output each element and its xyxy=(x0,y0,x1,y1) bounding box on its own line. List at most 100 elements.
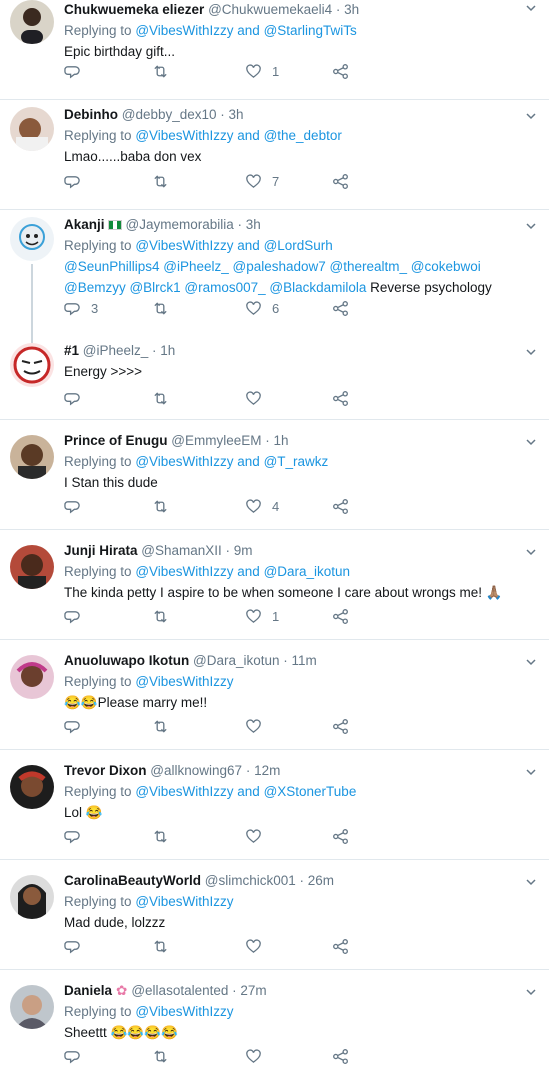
like-button[interactable]: 4 xyxy=(245,497,279,515)
replying-to-links[interactable]: @VibesWithIzzy and @Dara_ikotun xyxy=(135,564,350,579)
display-name[interactable]: Chukwuemeka eliezer xyxy=(64,2,204,17)
replying-to-links[interactable]: @VibesWithIzzy and @T_rawkz xyxy=(135,454,328,469)
retweet-button[interactable] xyxy=(152,937,179,955)
user-handle[interactable]: @debby_dex10 xyxy=(122,107,217,122)
tweet-anuoluwapo-ikotun[interactable]: Anuoluwapo Ikotun @Dara_ikotun · 11m Rep… xyxy=(0,640,549,750)
user-handle[interactable]: @ellasotalented xyxy=(131,983,228,998)
mention-links[interactable]: @SeunPhillips4 @iPheelz_ @paleshadow7 @t… xyxy=(64,259,481,274)
replying-to-links[interactable]: @VibesWithIzzy and @XStonerTube xyxy=(135,784,356,799)
like-button[interactable] xyxy=(245,389,272,407)
timestamp[interactable]: 1h xyxy=(274,433,289,448)
tweet-carolinabeautyworld[interactable]: CarolinaBeautyWorld @slimchick001 · 26m … xyxy=(0,860,549,970)
user-handle[interactable]: @iPheelz_ xyxy=(83,343,149,358)
timestamp[interactable]: 1h xyxy=(160,343,175,358)
chevron-down-icon[interactable] xyxy=(525,436,537,448)
chevron-down-icon[interactable] xyxy=(525,656,537,668)
chevron-down-icon[interactable] xyxy=(525,346,537,358)
timestamp[interactable]: 3h xyxy=(246,217,261,232)
tweet-debinho[interactable]: Debinho @debby_dex10 · 3h Replying to @V… xyxy=(0,100,549,210)
reply-button[interactable]: 3 xyxy=(64,299,98,317)
display-name[interactable]: CarolinaBeautyWorld xyxy=(64,873,201,888)
share-button[interactable] xyxy=(332,62,349,80)
chevron-down-icon[interactable] xyxy=(525,876,537,888)
tweet-junji-hirata[interactable]: Junji Hirata @ShamanXII · 9m Replying to… xyxy=(0,530,549,640)
timestamp[interactable]: 12m xyxy=(254,763,280,778)
chevron-down-icon[interactable] xyxy=(525,2,537,14)
avatar[interactable] xyxy=(10,545,54,589)
avatar[interactable] xyxy=(10,765,54,809)
display-name[interactable]: Debinho xyxy=(64,107,118,122)
avatar[interactable] xyxy=(10,0,54,44)
like-button[interactable] xyxy=(245,827,272,845)
retweet-button[interactable] xyxy=(152,299,179,317)
avatar[interactable] xyxy=(10,435,54,479)
share-button[interactable] xyxy=(332,497,349,515)
timestamp[interactable]: 3h xyxy=(344,2,359,17)
timestamp[interactable]: 3h xyxy=(229,107,244,122)
retweet-button[interactable] xyxy=(152,172,179,190)
user-handle[interactable]: @allknowing67 xyxy=(150,763,242,778)
tweet-daniela[interactable]: Daniela ✿ @ellasotalented · 27m Replying t… xyxy=(0,970,549,1080)
reply-button[interactable] xyxy=(64,717,91,735)
display-name[interactable]: Junji Hirata xyxy=(64,543,138,558)
avatar[interactable] xyxy=(10,985,54,1029)
like-button[interactable] xyxy=(245,1047,272,1065)
like-button[interactable]: 1 xyxy=(245,62,279,80)
retweet-button[interactable] xyxy=(152,607,179,625)
retweet-button[interactable] xyxy=(152,389,179,407)
timestamp[interactable]: 27m xyxy=(240,983,266,998)
share-button[interactable] xyxy=(332,1047,349,1065)
display-name[interactable]: Trevor Dixon xyxy=(64,763,147,778)
share-button[interactable] xyxy=(332,937,349,955)
chevron-down-icon[interactable] xyxy=(525,546,537,558)
display-name[interactable]: Akanji xyxy=(64,217,105,232)
replying-to-links[interactable]: @VibesWithIzzy and @StarlingTwiTs xyxy=(135,23,356,38)
reply-button[interactable] xyxy=(64,937,91,955)
retweet-button[interactable] xyxy=(152,497,179,515)
avatar[interactable] xyxy=(10,343,54,387)
reply-button[interactable] xyxy=(64,1047,91,1065)
display-name[interactable]: Prince of Enugu xyxy=(64,433,168,448)
display-name[interactable]: Daniela xyxy=(64,983,112,998)
reply-button[interactable] xyxy=(64,497,91,515)
reply-button[interactable] xyxy=(64,62,91,80)
user-handle[interactable]: @ShamanXII xyxy=(141,543,222,558)
replying-to-links[interactable]: @VibesWithIzzy xyxy=(135,1004,233,1019)
like-button[interactable] xyxy=(245,717,272,735)
replying-to-links[interactable]: @VibesWithIzzy and @the_debtor xyxy=(135,128,342,143)
chevron-down-icon[interactable] xyxy=(525,110,537,122)
mention-links[interactable]: @Bemzyy @Blrck1 @ramos007_ @Blackdamilol… xyxy=(64,280,366,295)
timestamp[interactable]: 26m xyxy=(308,873,334,888)
like-button[interactable]: 6 xyxy=(245,299,279,317)
timestamp[interactable]: 9m xyxy=(234,543,253,558)
tweet-chukwuemeka[interactable]: Chukwuemeka eliezer @Chukwuemekaeli4 · 3… xyxy=(0,0,549,100)
reply-button[interactable] xyxy=(64,827,91,845)
chevron-down-icon[interactable] xyxy=(525,220,537,232)
avatar[interactable] xyxy=(10,655,54,699)
share-button[interactable] xyxy=(332,389,349,407)
reply-button[interactable] xyxy=(64,172,91,190)
tweet-trevor-dixon[interactable]: Trevor Dixon @allknowing67 · 12m Replyin… xyxy=(0,750,549,860)
display-name[interactable]: #1 xyxy=(64,343,79,358)
user-handle[interactable]: @slimchick001 xyxy=(205,873,296,888)
display-name[interactable]: Anuoluwapo Ikotun xyxy=(64,653,189,668)
user-handle[interactable]: @EmmyleeEM xyxy=(171,433,261,448)
avatar[interactable] xyxy=(10,875,54,919)
avatar[interactable] xyxy=(10,107,54,151)
share-button[interactable] xyxy=(332,172,349,190)
retweet-button[interactable] xyxy=(152,62,179,80)
share-button[interactable] xyxy=(332,607,349,625)
retweet-button[interactable] xyxy=(152,1047,179,1065)
like-button[interactable] xyxy=(245,937,272,955)
timestamp[interactable]: 11m xyxy=(292,653,317,668)
replying-to-links[interactable]: @VibesWithIzzy and @LordSurh xyxy=(135,238,333,253)
tweet-akanji[interactable]: Akanji @Jaymemorabilia · 3h Replying to @… xyxy=(0,210,549,344)
share-button[interactable] xyxy=(332,827,349,845)
reply-button[interactable] xyxy=(64,389,91,407)
share-button[interactable] xyxy=(332,717,349,735)
replying-to-links[interactable]: @VibesWithIzzy xyxy=(135,674,233,689)
retweet-button[interactable] xyxy=(152,717,179,735)
retweet-button[interactable] xyxy=(152,827,179,845)
replying-to-links[interactable]: @VibesWithIzzy xyxy=(135,894,233,909)
share-button[interactable] xyxy=(332,299,349,317)
